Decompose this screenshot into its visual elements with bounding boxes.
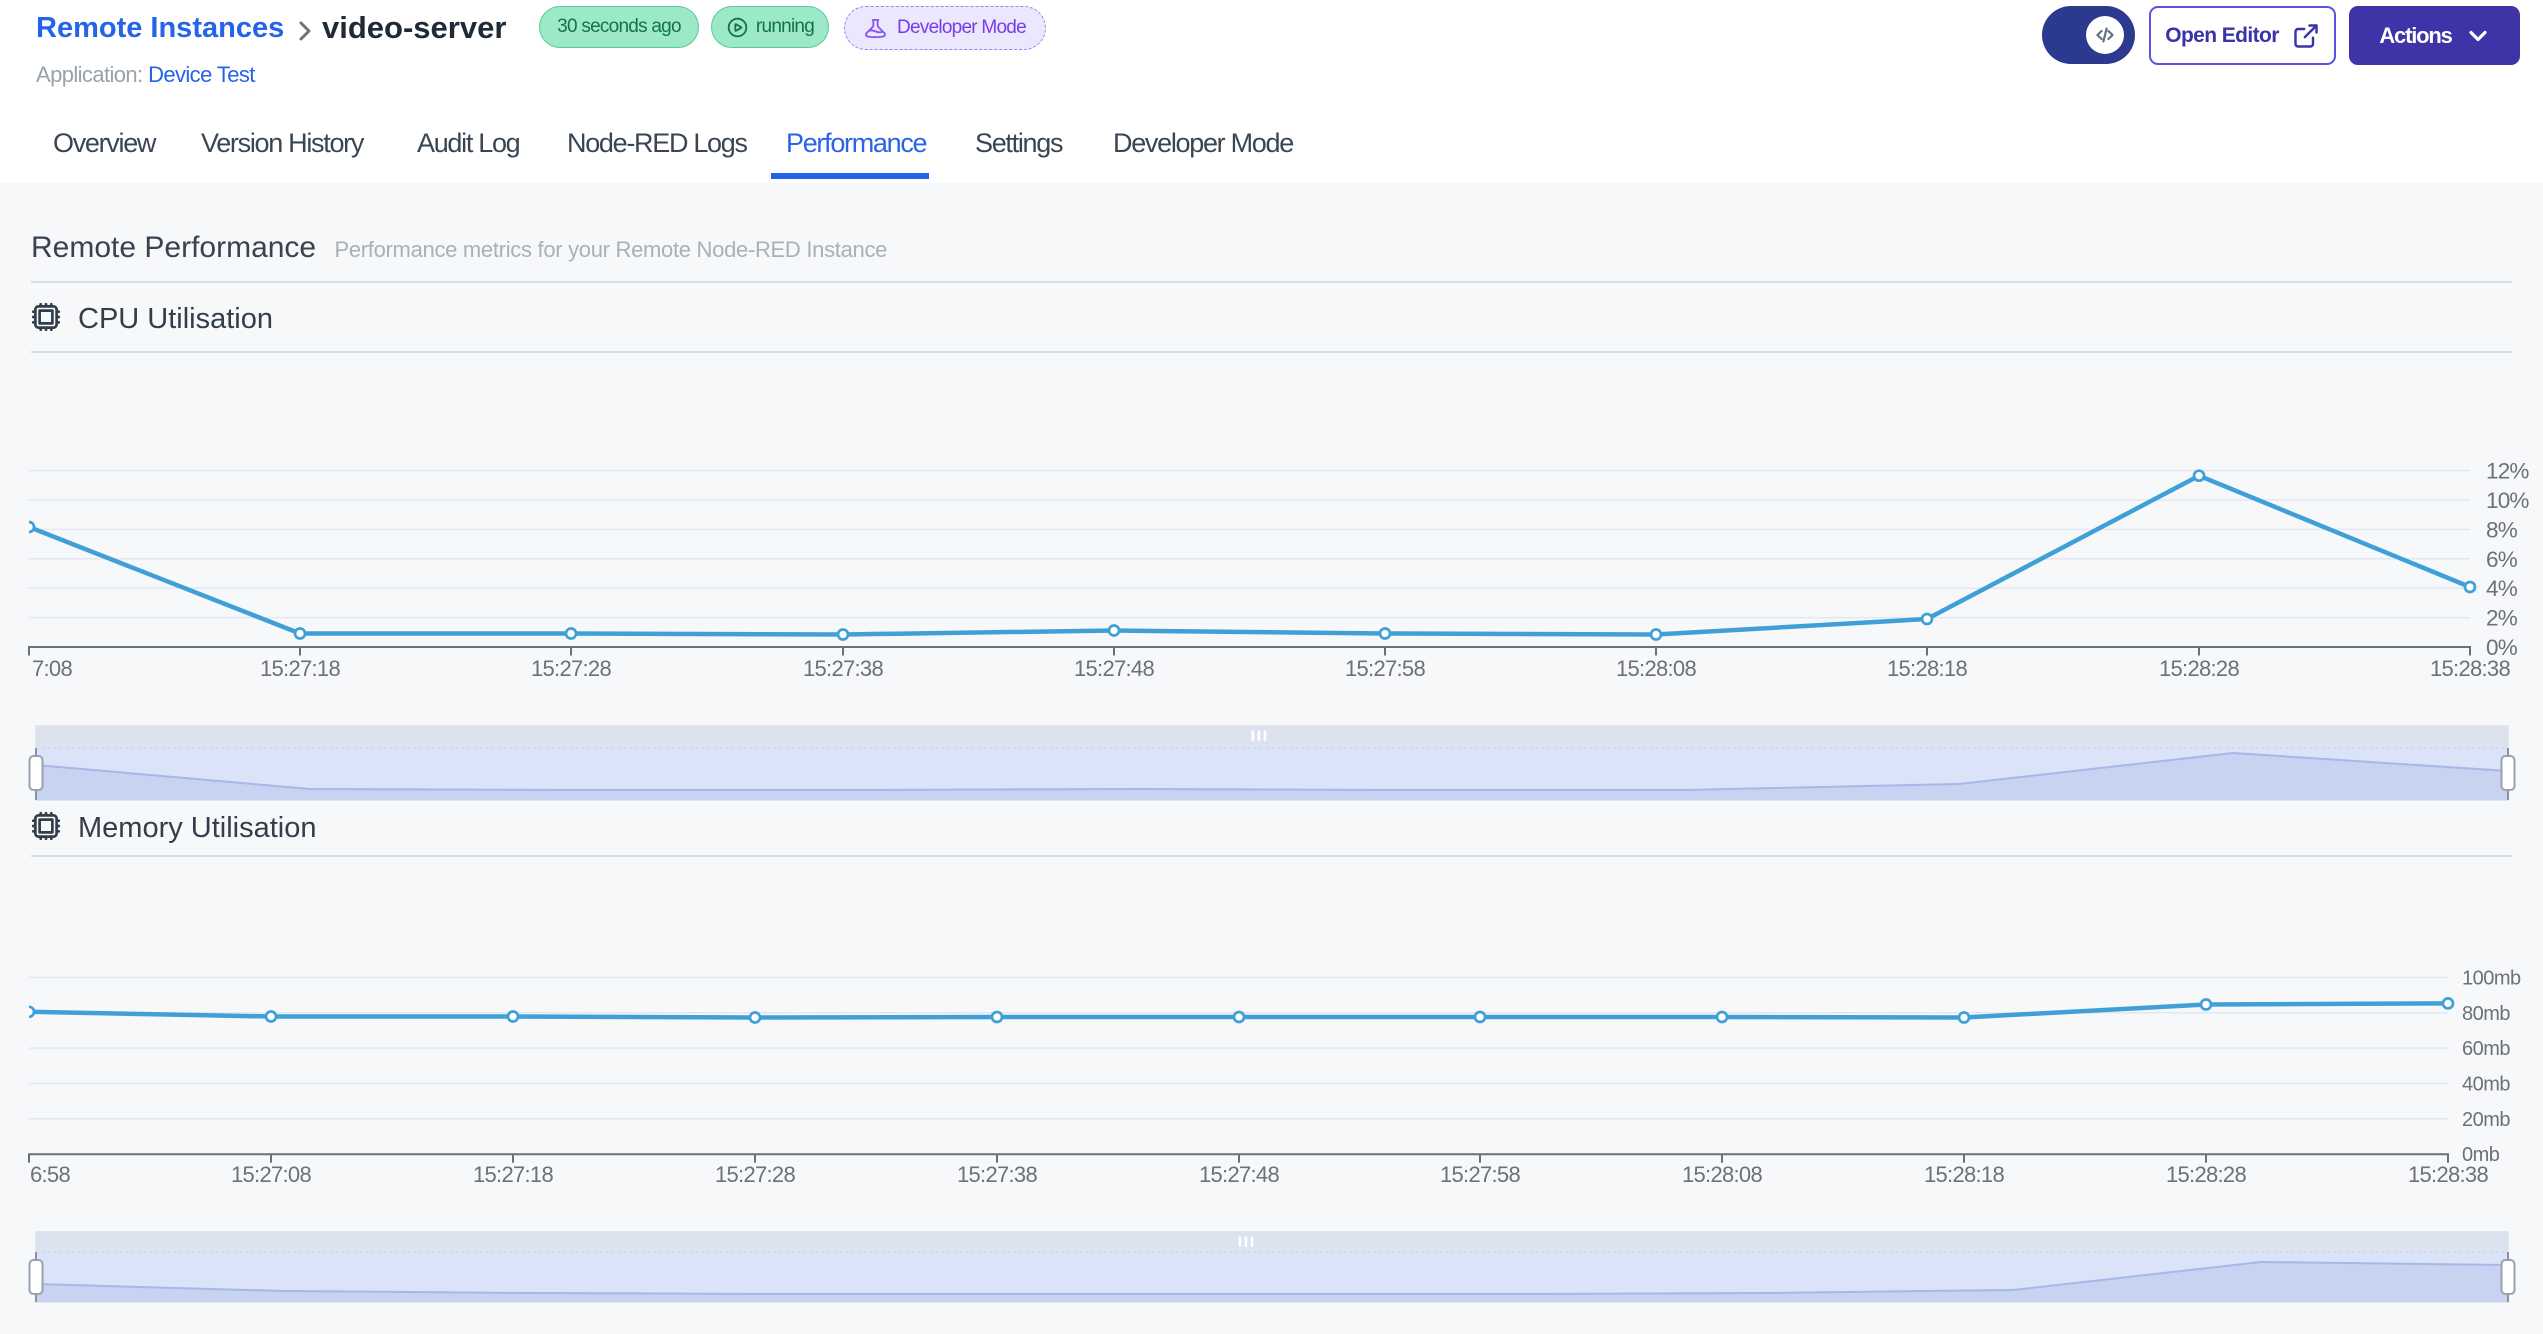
svg-text:0%: 0%: [2486, 635, 2518, 660]
svg-text:15:27:28: 15:27:28: [531, 656, 612, 681]
svg-text:15:28:18: 15:28:18: [1924, 1162, 2005, 1187]
svg-text:8%: 8%: [2486, 517, 2518, 542]
svg-text:15:28:18: 15:28:18: [1887, 656, 1968, 681]
svg-text:15:28:08: 15:28:08: [1682, 1162, 1763, 1187]
svg-text:15:27:38: 15:27:38: [957, 1162, 1038, 1187]
svg-text:15:27:48: 15:27:48: [1074, 656, 1155, 681]
svg-text:12%: 12%: [2486, 459, 2529, 484]
svg-text:80mb: 80mb: [2462, 1003, 2510, 1025]
svg-text:6:58: 6:58: [30, 1162, 70, 1187]
svg-text:15:27:08: 15:27:08: [231, 1162, 312, 1187]
svg-text:15:27:28: 15:27:28: [715, 1162, 796, 1187]
svg-text:60mb: 60mb: [2462, 1038, 2510, 1060]
svg-text:15:28:28: 15:28:28: [2166, 1162, 2247, 1187]
svg-text:15:27:18: 15:27:18: [260, 656, 341, 681]
svg-text:7:08: 7:08: [32, 656, 72, 681]
svg-text:2%: 2%: [2486, 606, 2518, 631]
svg-text:15:28:28: 15:28:28: [2159, 656, 2240, 681]
svg-text:15:27:48: 15:27:48: [1199, 1162, 1280, 1187]
svg-text:15:27:58: 15:27:58: [1345, 656, 1426, 681]
svg-text:15:28:08: 15:28:08: [1616, 656, 1697, 681]
svg-text:15:27:58: 15:27:58: [1440, 1162, 1521, 1187]
svg-text:15:27:18: 15:27:18: [473, 1162, 554, 1187]
svg-text:40mb: 40mb: [2462, 1074, 2510, 1096]
svg-text:0mb: 0mb: [2462, 1144, 2500, 1166]
svg-text:100mb: 100mb: [2462, 967, 2521, 989]
svg-text:20mb: 20mb: [2462, 1109, 2510, 1131]
svg-text:6%: 6%: [2486, 547, 2518, 572]
svg-text:15:27:38: 15:27:38: [803, 656, 884, 681]
svg-text:4%: 4%: [2486, 576, 2518, 601]
svg-text:10%: 10%: [2486, 488, 2529, 513]
